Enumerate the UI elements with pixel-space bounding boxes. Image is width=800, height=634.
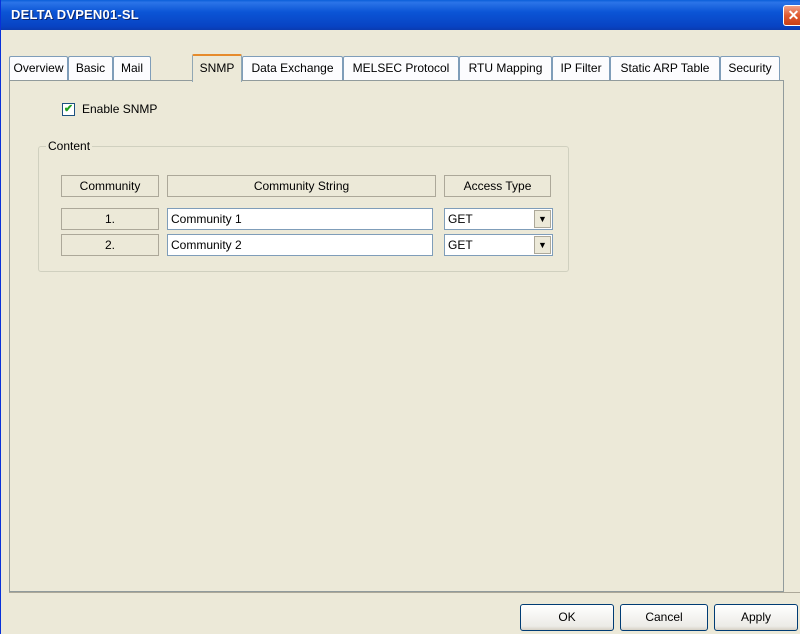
enable-snmp-checkbox[interactable]: ✔ [62, 103, 75, 116]
window-title: DELTA DVPEN01-SL [11, 7, 139, 22]
button-bar-divider [9, 592, 800, 595]
col-header-access-type: Access Type [444, 175, 551, 197]
community-number: 1. [61, 208, 159, 230]
title-bar: DELTA DVPEN01-SL ✕ [1, 0, 800, 30]
tab-melsec-protocol[interactable]: MELSEC Protocol [343, 56, 459, 80]
tab-ip-filter[interactable]: IP Filter [552, 56, 610, 80]
access-type-select[interactable]: GET ▼ [444, 234, 553, 256]
community-number: 2. [61, 234, 159, 256]
dropdown-arrow-icon[interactable]: ▼ [534, 210, 551, 228]
tab-security[interactable]: Security [720, 56, 780, 80]
dialog-window: DELTA DVPEN01-SL ✕ Overview Basic Mail S… [0, 0, 800, 634]
tab-overview[interactable]: Overview [9, 56, 68, 80]
dropdown-arrow-icon[interactable]: ▼ [534, 236, 551, 254]
tab-snmp[interactable]: SNMP [192, 54, 242, 82]
access-type-value: GET [448, 238, 473, 252]
apply-button[interactable]: Apply [714, 604, 798, 631]
community-string-input[interactable]: Community 2 [167, 234, 433, 256]
tab-data-exchange[interactable]: Data Exchange [242, 56, 343, 80]
tab-static-arp-table[interactable]: Static ARP Table [610, 56, 720, 80]
close-button[interactable]: ✕ [783, 5, 800, 26]
ok-button[interactable]: OK [520, 604, 614, 631]
tab-mail[interactable]: Mail [113, 56, 151, 80]
tab-rtu-mapping[interactable]: RTU Mapping [459, 56, 552, 80]
close-icon: ✕ [787, 7, 800, 23]
check-icon: ✔ [63, 103, 74, 115]
access-type-value: GET [448, 212, 473, 226]
col-header-community-string: Community String [167, 175, 436, 197]
tab-basic[interactable]: Basic [68, 56, 113, 80]
access-type-select[interactable]: GET ▼ [444, 208, 553, 230]
enable-snmp-label: Enable SNMP [82, 102, 158, 116]
cancel-button[interactable]: Cancel [620, 604, 708, 631]
col-header-community: Community [61, 175, 159, 197]
community-string-input[interactable]: Community 1 [167, 208, 433, 230]
content-group-label: Content [46, 139, 93, 153]
